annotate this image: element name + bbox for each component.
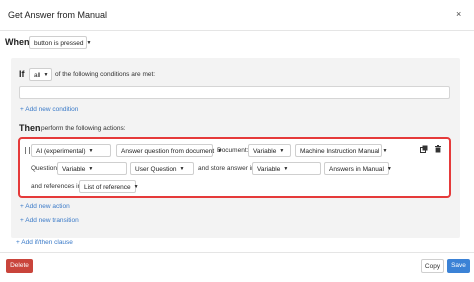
then-suffix-text: perform the following actions:: [41, 125, 126, 132]
add-transition-link[interactable]: + Add new transition: [20, 217, 79, 224]
references-select[interactable]: List of reference ▼: [79, 180, 139, 193]
add-condition-link[interactable]: + Add new condition: [20, 106, 78, 113]
question-value-select[interactable]: User Question ▼: [130, 162, 194, 175]
conditions-box[interactable]: [19, 86, 450, 99]
if-label: If: [19, 69, 25, 79]
store-value-select[interactable]: Answers in Manual ▼: [324, 162, 392, 175]
trash-icon[interactable]: [434, 145, 442, 153]
store-answer-label: and store answer in:: [198, 165, 257, 172]
caret-down-icon: ▼: [88, 148, 94, 154]
caret-down-icon: ▼: [279, 148, 285, 154]
caret-down-icon: ▼: [382, 148, 388, 154]
drag-handle-icon[interactable]: [25, 147, 30, 154]
dialog-header: Get Answer from Manual ×: [0, 0, 474, 31]
dialog-footer: [0, 252, 474, 282]
quantifier-select[interactable]: all ▼: [29, 68, 52, 81]
if-suffix-text: of the following conditions are met:: [55, 71, 156, 78]
operation-select[interactable]: Answer question from document ▼: [116, 144, 222, 157]
action-type-value: AI (experimental): [36, 148, 86, 155]
caret-down-icon: ▼: [133, 184, 139, 190]
question-value: User Question: [135, 166, 177, 173]
rule-dialog: Get Answer from Manual × When button is …: [0, 0, 474, 281]
close-icon[interactable]: ×: [456, 9, 461, 19]
when-label: When: [5, 37, 30, 47]
caret-down-icon: ▼: [283, 166, 289, 172]
document-source-select[interactable]: Variable ▼: [248, 144, 291, 157]
operation-value: Answer question from document: [121, 148, 215, 155]
add-if-then-link[interactable]: + Add if/then clause: [16, 239, 73, 246]
store-source-value: Variable: [257, 166, 281, 173]
trigger-select-value: button is pressed: [34, 40, 84, 47]
copy-button[interactable]: Copy: [421, 259, 444, 273]
caret-down-icon: ▼: [386, 166, 392, 172]
caret-down-icon: ▼: [86, 40, 92, 46]
quantifier-select-value: all: [34, 72, 41, 79]
question-source-select[interactable]: Variable ▼: [57, 162, 127, 175]
copy-icon[interactable]: [420, 145, 428, 153]
question-source-value: Variable: [62, 166, 86, 173]
delete-button[interactable]: Delete: [6, 259, 33, 273]
document-value: Machine Instruction Manual: [300, 148, 380, 155]
caret-down-icon: ▼: [179, 166, 185, 172]
save-button[interactable]: Save: [447, 259, 470, 273]
references-label: and references in:: [31, 183, 84, 190]
store-source-select[interactable]: Variable ▼: [252, 162, 321, 175]
caret-down-icon: ▼: [88, 166, 94, 172]
document-source-value: Variable: [253, 148, 277, 155]
store-value: Answers in Manual: [329, 166, 384, 173]
question-label: Question:: [31, 165, 59, 172]
action-type-select[interactable]: AI (experimental) ▼: [31, 144, 111, 157]
document-label: Document:: [217, 147, 249, 154]
references-value: List of reference: [84, 184, 131, 191]
add-action-link[interactable]: + Add new action: [20, 203, 70, 210]
dialog-title: Get Answer from Manual: [8, 10, 108, 20]
caret-down-icon: ▼: [43, 72, 49, 78]
trigger-select[interactable]: button is pressed ▼: [29, 36, 91, 49]
document-value-select[interactable]: Machine Instruction Manual ▼: [295, 144, 387, 157]
then-label: Then: [19, 123, 41, 133]
